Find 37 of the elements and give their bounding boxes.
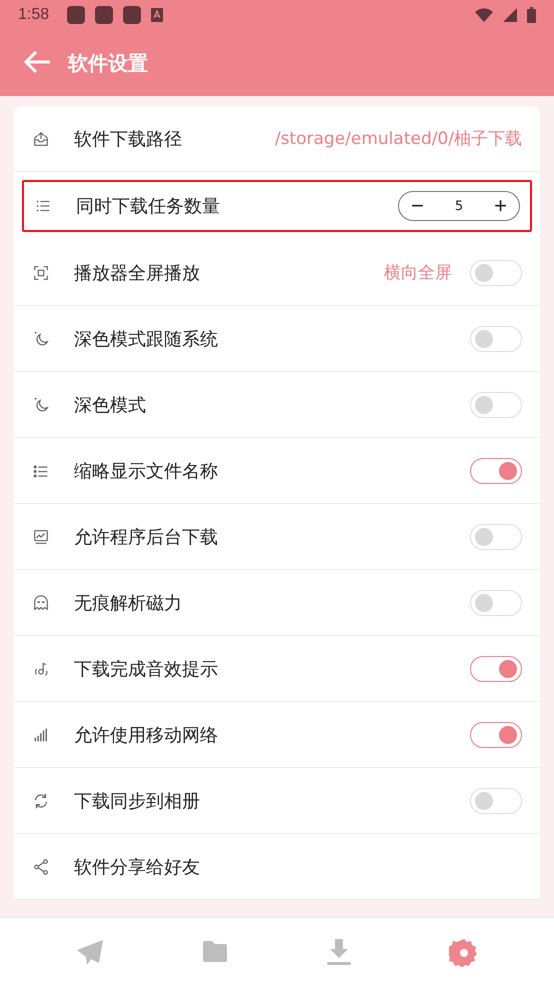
stepper-value: 5 bbox=[454, 198, 464, 214]
page-title: 软件设置 bbox=[68, 50, 148, 76]
wifi-icon bbox=[475, 8, 493, 22]
share-icon bbox=[32, 858, 50, 876]
setting-label: 缩略显示文件名称 bbox=[74, 460, 218, 482]
settings-icon[interactable] bbox=[448, 936, 479, 966]
increment-button[interactable]: + bbox=[490, 195, 511, 217]
battery-icon bbox=[527, 7, 536, 23]
setting-label: 深色模式 bbox=[74, 394, 146, 416]
toggle-switch[interactable] bbox=[470, 458, 522, 484]
setting-label: 下载同步到相册 bbox=[74, 790, 200, 812]
toggle-switch[interactable] bbox=[470, 656, 522, 682]
setting-label: 允许程序后台下载 bbox=[74, 526, 218, 548]
keyboard-icon bbox=[151, 8, 164, 22]
setting-label: 无痕解析磁力 bbox=[74, 592, 182, 614]
moon-icon bbox=[32, 330, 50, 348]
monitor-chart-icon bbox=[32, 528, 50, 546]
setting-label: 软件分享给好友 bbox=[74, 856, 200, 878]
signal-icon bbox=[503, 8, 517, 22]
ghost-icon bbox=[32, 594, 50, 612]
notification-icon bbox=[123, 6, 142, 24]
notification-icon bbox=[95, 6, 114, 24]
decrement-button[interactable]: − bbox=[407, 195, 428, 217]
setting-label: 下载完成音效提示 bbox=[74, 658, 218, 680]
upload-tray-icon bbox=[32, 130, 50, 148]
status-time: 1:58 bbox=[18, 6, 50, 24]
toggle-switch[interactable] bbox=[470, 722, 522, 748]
notification-icon bbox=[67, 6, 86, 24]
setting-label: 播放器全屏播放 bbox=[74, 262, 200, 284]
setting-label: 同时下载任务数量 bbox=[76, 195, 220, 218]
sync-icon bbox=[32, 792, 50, 810]
signal-bars-icon bbox=[32, 726, 50, 744]
setting-label: 软件下载路径 bbox=[74, 128, 182, 150]
fullscreen-icon bbox=[32, 264, 50, 282]
moon-icon bbox=[32, 396, 50, 414]
setting-label: 允许使用移动网络 bbox=[74, 724, 218, 746]
setting-label: 深色模式跟随系统 bbox=[74, 328, 218, 350]
